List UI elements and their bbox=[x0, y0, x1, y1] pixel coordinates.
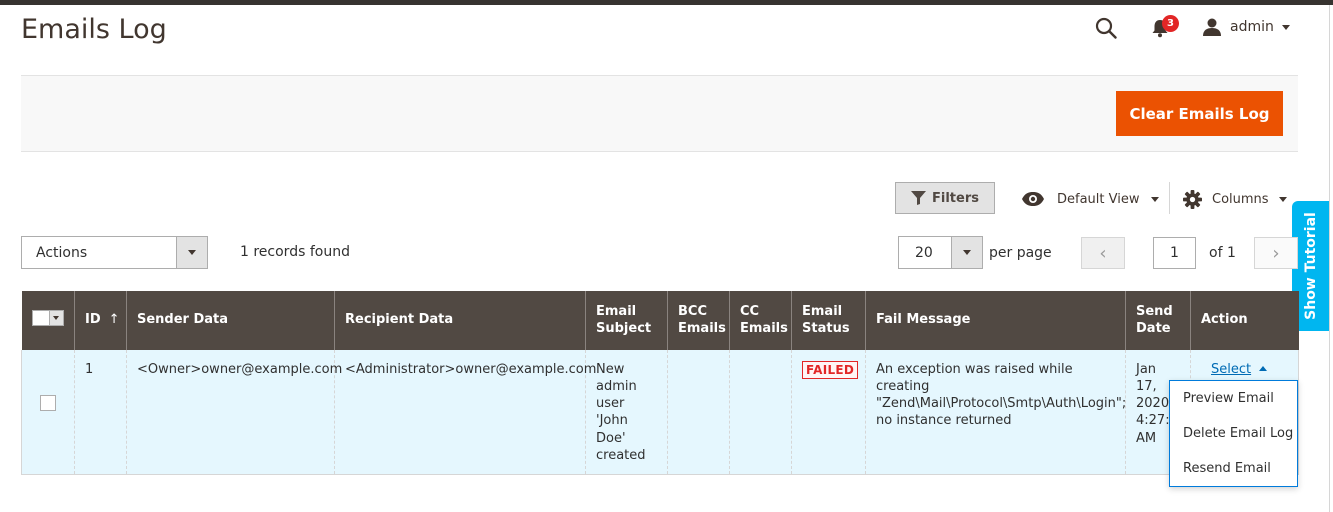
user-name: admin bbox=[1230, 19, 1274, 35]
cell-recipient: <Administrator>owner@example.com bbox=[334, 350, 596, 475]
search-button[interactable] bbox=[1093, 14, 1119, 42]
page-title: Emails Log bbox=[21, 14, 167, 45]
column-header-fail-message[interactable]: Fail Message bbox=[865, 291, 1126, 350]
column-header-subject[interactable]: Email Subject bbox=[585, 291, 668, 350]
cell-subject: New admin user 'John Doe' created bbox=[585, 350, 668, 475]
checkbox-box bbox=[32, 311, 49, 326]
status-badge: FAILED bbox=[802, 361, 859, 379]
emails-log-grid: ID ↑ Sender Data Recipient Data Email Sub… bbox=[21, 291, 1299, 475]
menu-item-delete-email-log[interactable]: Delete Email Log bbox=[1170, 416, 1297, 451]
chevron-down-icon bbox=[48, 311, 63, 326]
column-header-cc[interactable]: CC Emails bbox=[729, 291, 792, 350]
chevron-down-icon bbox=[176, 237, 207, 268]
pager-previous-button[interactable]: ‹ bbox=[1081, 237, 1125, 269]
cell-id: 1 bbox=[74, 350, 127, 475]
per-page-label: per page bbox=[989, 245, 1052, 261]
view-label: Default View bbox=[1057, 191, 1140, 207]
mass-actions-select[interactable]: Actions bbox=[21, 236, 208, 269]
cell-sender: <Owner>owner@example.com bbox=[126, 350, 342, 475]
eye-icon bbox=[1022, 192, 1044, 206]
cell-status: FAILED bbox=[791, 350, 866, 475]
total-pages-label: of 1 bbox=[1209, 245, 1236, 261]
mass-select-checkbox[interactable] bbox=[31, 310, 64, 327]
chevron-down-icon bbox=[1278, 196, 1287, 202]
column-header-send-date[interactable]: Send Date bbox=[1125, 291, 1191, 350]
grid-header-row: ID ↑ Sender Data Recipient Data Email Sub… bbox=[21, 291, 1299, 350]
per-page-select[interactable]: 20 bbox=[898, 236, 983, 269]
menu-item-preview-email[interactable]: Preview Email bbox=[1170, 381, 1297, 416]
column-header-id[interactable]: ID ↑ bbox=[74, 291, 127, 350]
row-action-select-link[interactable]: Select bbox=[1211, 362, 1251, 377]
cell-cc bbox=[729, 350, 792, 475]
clear-emails-log-button[interactable]: Clear Emails Log bbox=[1116, 91, 1283, 136]
row-select-cell bbox=[21, 350, 75, 475]
notifications-count-badge: 3 bbox=[1162, 15, 1179, 32]
table-row: 1 <Owner>owner@example.com <Administrato… bbox=[21, 350, 1299, 475]
filters-button[interactable]: Filters bbox=[895, 182, 995, 214]
funnel-icon bbox=[911, 191, 926, 205]
gear-icon bbox=[1183, 189, 1202, 209]
chevron-up-icon bbox=[1259, 366, 1268, 371]
cell-fail-message: An exception was raised while creating "… bbox=[865, 350, 1126, 475]
page-edge-divider bbox=[1329, 5, 1330, 512]
filters-label: Filters bbox=[932, 190, 979, 206]
chevron-right-icon: › bbox=[1272, 242, 1280, 264]
column-header-sender[interactable]: Sender Data bbox=[126, 291, 335, 350]
chevron-down-icon bbox=[951, 237, 982, 268]
user-menu[interactable]: admin bbox=[1202, 14, 1290, 40]
chevron-down-icon bbox=[1281, 24, 1290, 30]
show-tutorial-label: Show Tutorial bbox=[1302, 212, 1319, 320]
column-header-bcc[interactable]: BCC Emails bbox=[667, 291, 730, 350]
per-page-value: 20 bbox=[915, 244, 933, 261]
column-header-label: ID bbox=[85, 312, 101, 328]
column-header-status[interactable]: Email Status bbox=[791, 291, 866, 350]
page-actions-bar bbox=[21, 75, 1298, 152]
chevron-left-icon: ‹ bbox=[1099, 242, 1107, 264]
row-action-menu: Preview Email Delete Email Log Resend Em… bbox=[1169, 380, 1298, 487]
column-header-recipient[interactable]: Recipient Data bbox=[334, 291, 586, 350]
top-dark-bar bbox=[0, 0, 1333, 5]
row-checkbox[interactable] bbox=[40, 395, 56, 411]
column-header-action: Action bbox=[1190, 291, 1299, 350]
toolbar-divider bbox=[1169, 182, 1170, 214]
pager-next-button[interactable]: › bbox=[1254, 237, 1298, 269]
user-icon bbox=[1203, 18, 1221, 36]
current-page-input[interactable] bbox=[1153, 237, 1196, 269]
view-switcher[interactable]: Default View bbox=[1021, 186, 1160, 212]
mass-select-header bbox=[21, 291, 75, 350]
records-found-count: 1 records found bbox=[240, 244, 350, 260]
cell-bcc bbox=[667, 350, 730, 475]
columns-button[interactable]: Columns bbox=[1183, 186, 1287, 212]
mass-actions-label: Actions bbox=[36, 244, 88, 261]
sort-ascending-icon: ↑ bbox=[108, 312, 120, 328]
search-icon bbox=[1095, 17, 1117, 39]
menu-item-resend-email[interactable]: Resend Email bbox=[1170, 451, 1297, 486]
chevron-down-icon bbox=[1151, 196, 1160, 202]
columns-label: Columns bbox=[1212, 191, 1269, 207]
